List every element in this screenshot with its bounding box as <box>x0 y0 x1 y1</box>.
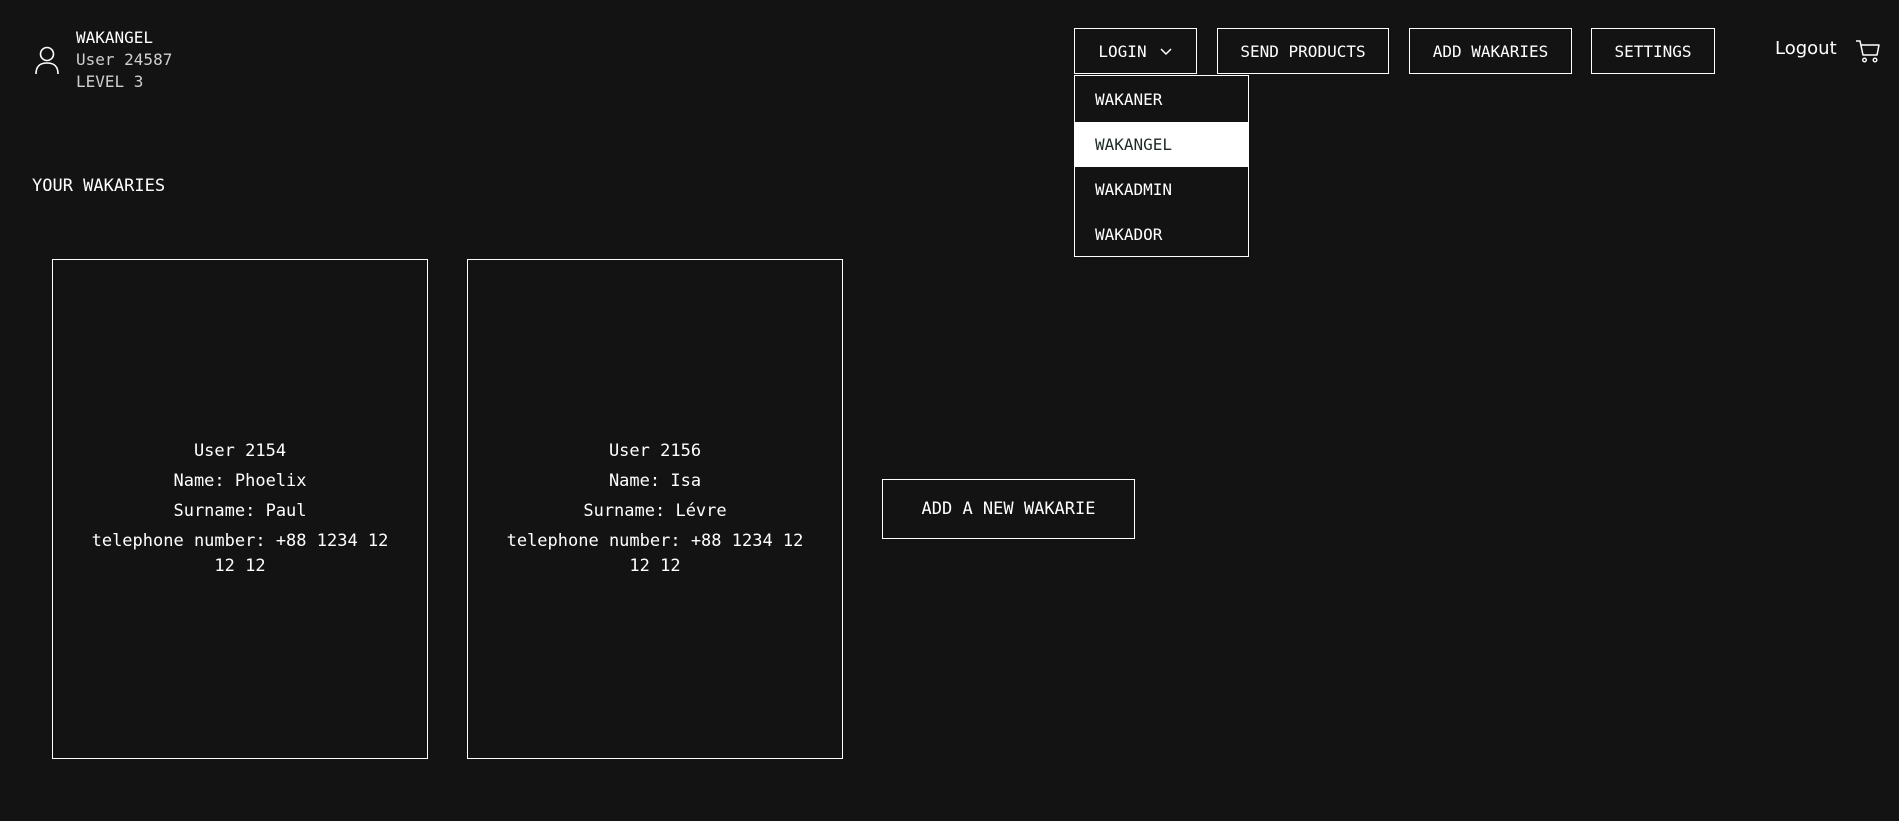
dropdown-item-wakadmin[interactable]: WAKADMIN <box>1075 167 1248 212</box>
user-profile: WAKANGEL User 24587 LEVEL 3 <box>34 27 172 93</box>
send-products-label: SEND PRODUCTS <box>1240 41 1366 61</box>
login-label: LOGIN <box>1098 41 1147 61</box>
wakarie-name: Name: Isa <box>608 470 702 491</box>
wakarie-telephone: telephone number: +88 1234 12 12 12 <box>506 530 804 576</box>
send-products-button[interactable]: SEND PRODUCTS <box>1217 28 1389 74</box>
dropdown-item-wakaner[interactable]: WAKANER <box>1075 77 1248 122</box>
wakarie-user: User 2154 <box>193 440 287 461</box>
wakarie-card[interactable]: User 2154 Name: Phoelix Surname: Paul te… <box>52 259 428 759</box>
dropdown-item-wakador[interactable]: WAKADOR <box>1075 212 1248 257</box>
user-details: WAKANGEL User 24587 LEVEL 3 <box>76 27 172 93</box>
chevron-down-icon <box>1160 48 1172 56</box>
login-dropdown-button[interactable]: LOGIN <box>1074 28 1197 74</box>
settings-label: SETTINGS <box>1614 41 1692 61</box>
dropdown-item-label: WAKADOR <box>1095 225 1163 244</box>
logout-link[interactable]: Logout <box>1775 38 1837 59</box>
wakarie-user: User 2156 <box>608 440 702 461</box>
wakarie-name: Name: Phoelix <box>173 470 307 491</box>
user-icon <box>35 46 59 75</box>
cart-icon[interactable] <box>1855 38 1881 64</box>
login-dropdown-menu: WAKANER WAKANGEL WAKADMIN WAKADOR <box>1074 75 1249 257</box>
wakarie-surname: Surname: Lévre <box>583 500 727 521</box>
wakarie-card[interactable]: User 2156 Name: Isa Surname: Lévre telep… <box>467 259 843 759</box>
section-title: YOUR WAKARIES <box>32 176 166 196</box>
user-role: WAKANGEL <box>76 28 154 47</box>
settings-button[interactable]: SETTINGS <box>1591 28 1715 74</box>
wakarie-surname: Surname: Paul <box>173 500 307 521</box>
wakarie-telephone: telephone number: +88 1234 12 12 12 <box>91 530 389 576</box>
dropdown-item-wakangel[interactable]: WAKANGEL <box>1075 122 1248 167</box>
dropdown-item-label: WAKADMIN <box>1095 180 1173 199</box>
add-new-wakarie-label: ADD A NEW WAKARIE <box>921 499 1096 519</box>
dropdown-item-label: WAKANGEL <box>1095 135 1173 154</box>
add-new-wakarie-button[interactable]: ADD A NEW WAKARIE <box>882 479 1135 539</box>
add-wakaries-button[interactable]: ADD WAKARIES <box>1409 28 1572 74</box>
dropdown-item-label: WAKANER <box>1095 90 1163 109</box>
add-wakaries-label: ADD WAKARIES <box>1432 41 1549 61</box>
user-level: LEVEL 3 <box>76 72 144 91</box>
user-id: User 24587 <box>76 50 173 69</box>
page: WAKANGEL User 24587 LEVEL 3 LOGIN SEND P… <box>0 0 1899 821</box>
